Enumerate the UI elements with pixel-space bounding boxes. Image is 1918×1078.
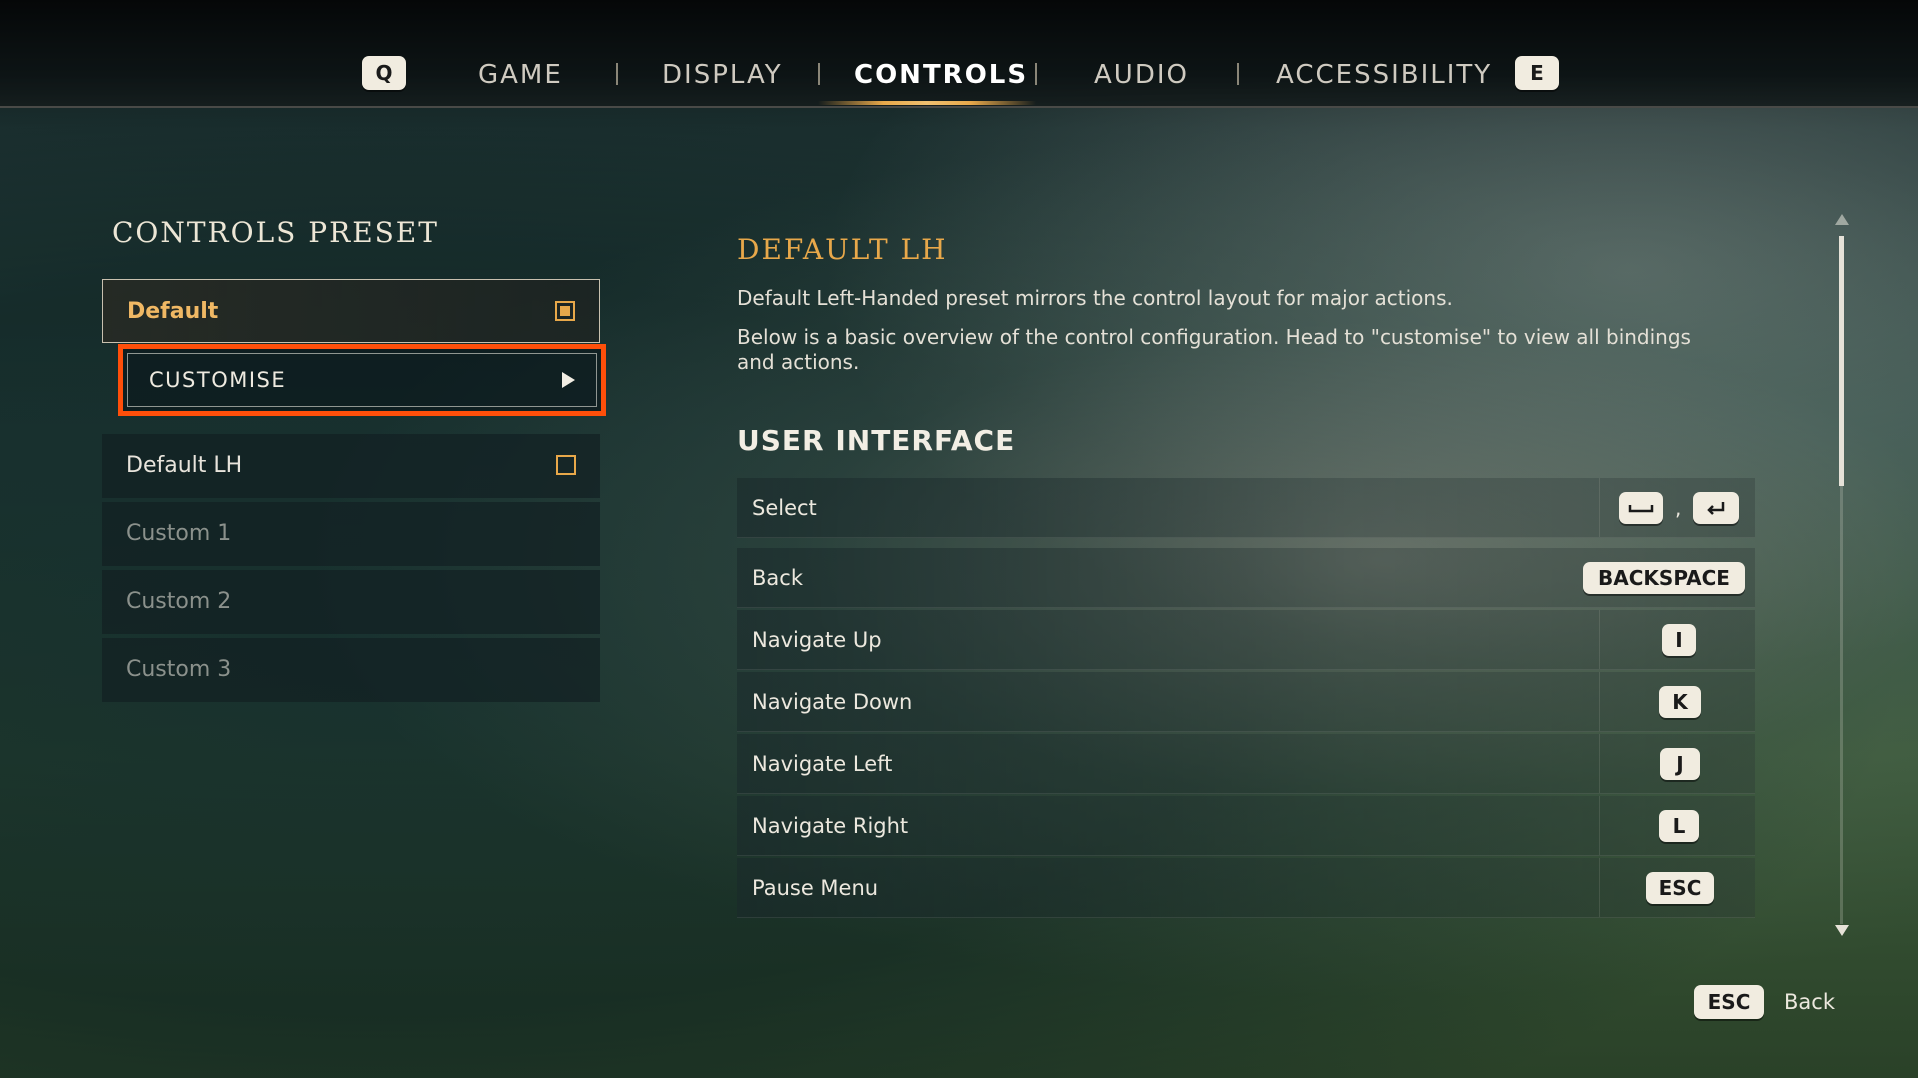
space-key-icon (1619, 492, 1663, 524)
preset-custom-3[interactable]: Custom 3 (102, 638, 600, 702)
back-button-label[interactable]: Back (1784, 990, 1835, 1014)
action-label: Navigate Down (752, 690, 913, 714)
tab-controls[interactable]: CONTROLS (854, 60, 1028, 90)
tab-separator (1035, 63, 1037, 85)
action-label: Navigate Up (752, 628, 882, 652)
tab-accessibility[interactable]: ACCESSIBILITY (1276, 60, 1492, 90)
prev-tab-key[interactable]: Q (362, 56, 406, 90)
preset-label: Default (127, 299, 219, 324)
preset-detail-title: DEFAULT LH (737, 233, 948, 266)
customise-label: CUSTOMISE (149, 368, 287, 392)
row-divider (1599, 672, 1600, 731)
key-i: I (1662, 624, 1696, 656)
preset-label: Custom 3 (126, 657, 232, 682)
scroll-up-arrow-icon[interactable] (1835, 214, 1849, 225)
row-divider (1599, 734, 1600, 793)
key-k: K (1659, 686, 1701, 718)
key-l: L (1659, 810, 1699, 842)
preset-checkbox-checked (555, 301, 575, 321)
tab-separator (1237, 63, 1239, 85)
tab-game[interactable]: GAME (478, 60, 563, 90)
key-backspace: BACKSPACE (1583, 562, 1745, 594)
binding-row-pause-menu[interactable]: Pause Menu ESC (737, 858, 1755, 918)
preset-label: Custom 1 (126, 521, 232, 546)
tab-audio[interactable]: AUDIO (1094, 60, 1189, 90)
preset-default[interactable]: Default (102, 279, 600, 343)
row-divider (1599, 478, 1600, 537)
preset-overview-text: Below is a basic overview of the control… (737, 325, 1691, 374)
action-label: Select (752, 496, 817, 520)
action-label: Navigate Left (752, 752, 893, 776)
binding-row-navigate-down[interactable]: Navigate Down K (737, 672, 1755, 732)
binding-row-back[interactable]: Back BACKSPACE (737, 548, 1755, 608)
active-tab-underline (818, 101, 1036, 105)
row-divider (1599, 796, 1600, 855)
row-divider (1599, 610, 1600, 669)
preset-label: Default LH (126, 453, 243, 478)
scroll-down-arrow-icon[interactable] (1835, 925, 1849, 936)
action-label: Back (752, 566, 803, 590)
next-tab-key[interactable]: E (1515, 56, 1559, 90)
action-label: Navigate Right (752, 814, 909, 838)
play-arrow-icon (562, 372, 575, 388)
key-j: J (1660, 748, 1700, 780)
binding-row-select[interactable]: Select , (737, 478, 1755, 538)
action-label: Pause Menu (752, 876, 879, 900)
enter-key-icon (1693, 492, 1739, 524)
scrollbar-thumb[interactable] (1839, 236, 1844, 486)
key-esc: ESC (1646, 872, 1714, 904)
preset-default-lh[interactable]: Default LH (102, 434, 600, 498)
binding-separator: , (1675, 496, 1682, 520)
tab-display[interactable]: DISPLAY (662, 60, 783, 90)
preset-label: Custom 2 (126, 589, 232, 614)
customise-button[interactable]: CUSTOMISE (118, 344, 606, 416)
controls-preset-title: CONTROLS PRESET (112, 216, 439, 249)
section-title-user-interface: USER INTERFACE (737, 424, 1016, 457)
preset-description: Default Left-Handed preset mirrors the c… (737, 286, 1453, 310)
top-tab-bar: Q GAME DISPLAY CONTROLS AUDIO ACCESSIBIL… (0, 0, 1918, 108)
preset-custom-1[interactable]: Custom 1 (102, 502, 600, 566)
preset-custom-2[interactable]: Custom 2 (102, 570, 600, 634)
tab-separator (616, 63, 618, 85)
row-divider (1599, 858, 1600, 917)
binding-row-navigate-left[interactable]: Navigate Left J (737, 734, 1755, 794)
binding-row-navigate-up[interactable]: Navigate Up I (737, 610, 1755, 670)
tab-separator (818, 63, 820, 85)
back-key-esc[interactable]: ESC (1694, 985, 1764, 1019)
binding-row-navigate-right[interactable]: Navigate Right L (737, 796, 1755, 856)
preset-checkbox-empty (556, 455, 576, 475)
